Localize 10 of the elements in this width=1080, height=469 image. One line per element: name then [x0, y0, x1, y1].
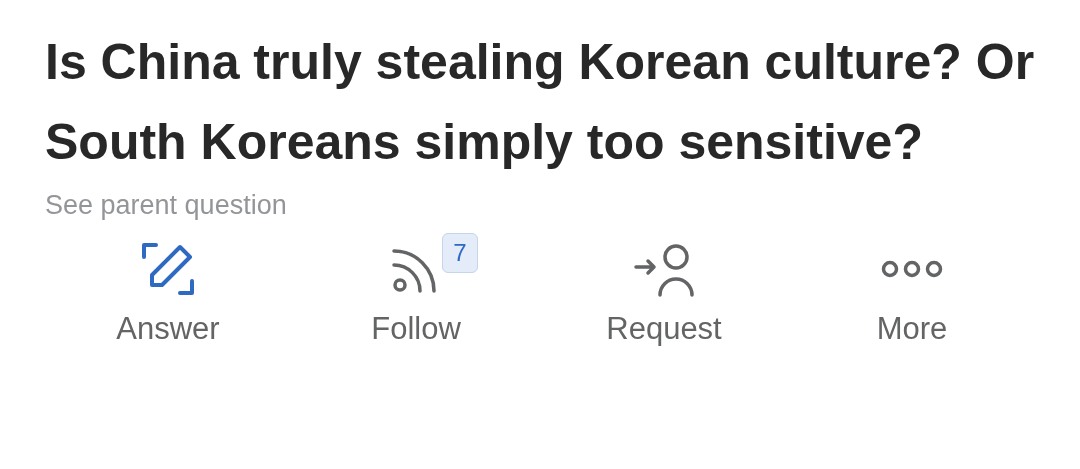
edit-icon: [140, 241, 196, 297]
person-add-icon: [634, 241, 694, 297]
request-button[interactable]: Request: [589, 231, 739, 347]
answer-button[interactable]: Answer: [93, 231, 243, 347]
count-badge: 7: [442, 233, 478, 273]
question-title: Is China truly stealing Korean culture? Or South Koreans simply too sensitive?: [45, 33, 1036, 172]
more-button[interactable]: More: [837, 231, 987, 347]
more-icon: [880, 259, 944, 279]
follow-button[interactable]: 7 Follow: [341, 231, 491, 347]
parent-question-link[interactable]: See parent question: [45, 190, 287, 221]
